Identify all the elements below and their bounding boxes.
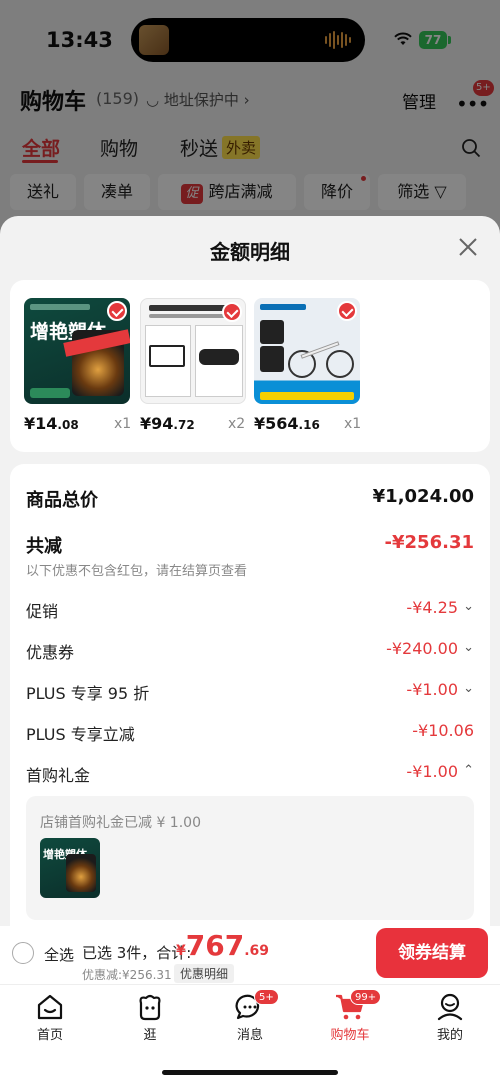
selected-summary: 已选 3件，合计:	[82, 944, 192, 962]
check-icon	[337, 301, 357, 321]
browse-face-icon	[139, 994, 161, 1021]
nav-home[interactable]: 首页	[10, 989, 90, 1051]
select-all-label[interactable]: 全选	[44, 944, 74, 965]
reduce-value: -¥256.31	[384, 532, 474, 553]
discount-label: 优惠券	[26, 643, 75, 662]
nav-cart[interactable]: 购物车 99+	[310, 989, 390, 1051]
checkout-total: ¥767.69	[176, 929, 270, 962]
home-indicator	[162, 1070, 338, 1075]
amount-detail-sheet: 金额明细 增艳塑体 ¥14.08 x1 ¥94.72 x2 ¥564.16 x1…	[0, 216, 500, 926]
discount-label: PLUS 专享 95 折	[26, 684, 150, 703]
discount-value: -¥1.00	[406, 762, 458, 781]
selected-products: 增艳塑体 ¥14.08 x1 ¥94.72 x2 ¥564.16 x1	[10, 280, 490, 452]
product-qty: x2	[228, 416, 246, 432]
nav-label: 购物车	[330, 1028, 370, 1043]
checkout-button[interactable]: 领券结算	[376, 928, 488, 978]
chevron-down-icon: ⌄	[463, 599, 474, 614]
nav-messages[interactable]: 消息 5+	[210, 989, 290, 1051]
chevron-down-icon: ⌄	[463, 681, 474, 696]
nav-profile[interactable]: 我的	[410, 989, 490, 1051]
product-price: ¥14.08	[24, 414, 79, 433]
total-value: ¥1,024.00	[372, 486, 474, 507]
check-icon	[107, 301, 127, 321]
total-row: 商品总价 ¥1,024.00	[26, 484, 474, 514]
profile-icon	[437, 993, 463, 1021]
product-image	[254, 298, 360, 404]
discount-row-plus-instant: PLUS 专享立减 -¥10.06	[26, 719, 474, 749]
discount-row-first-purchase[interactable]: 首购礼金 -¥1.00 ⌃	[26, 760, 474, 790]
nav-label: 消息	[236, 1028, 263, 1043]
select-all-radio[interactable]	[12, 942, 34, 964]
product-qty: x1	[114, 416, 132, 432]
messages-badge: 5+	[254, 989, 279, 1005]
total-label: 商品总价	[26, 490, 98, 511]
discount-value: -¥240.00	[386, 639, 458, 658]
checkout-bar: 全选 已选 3件，合计: ¥767.69 优惠减:¥256.31 优惠明细 领券…	[0, 926, 500, 984]
product-price: ¥94.72	[140, 414, 195, 433]
product-price: ¥564.16	[254, 414, 320, 433]
nav-label: 首页	[36, 1028, 63, 1043]
chevron-up-icon: ⌃	[463, 763, 474, 778]
product-qty: x1	[344, 416, 362, 432]
check-icon	[222, 302, 242, 322]
discount-label: 首购礼金	[26, 766, 91, 785]
discount-row-coupon[interactable]: 优惠券 -¥240.00 ⌄	[26, 637, 474, 667]
nav-label: 我的	[436, 1028, 463, 1043]
discount-row-promo[interactable]: 促销 -¥4.25 ⌄	[26, 596, 474, 626]
reduce-label: 共减	[26, 536, 62, 557]
discount-value: -¥10.06	[412, 721, 474, 740]
reduce-note: 以下优惠不包含红包，请在结算页查看	[26, 564, 248, 579]
discount-label: 促销	[26, 602, 59, 621]
gift-product-image: 增艳塑体	[40, 838, 100, 898]
first-purchase-detail: 店铺首购礼金已减 ¥ 1.00 增艳塑体	[26, 796, 474, 920]
close-icon[interactable]	[457, 236, 479, 258]
discount-detail-button[interactable]: 优惠明细	[174, 964, 235, 983]
nav-browse[interactable]: 逛	[110, 989, 190, 1051]
product-image: 增艳塑体	[24, 298, 130, 404]
product-image	[140, 298, 246, 404]
discount-row-plus-95[interactable]: PLUS 专享 95 折 -¥1.00 ⌄	[26, 678, 474, 708]
price-summary: 商品总价 ¥1,024.00 共减 -¥256.31 以下优惠不包含红包，请在结…	[10, 464, 490, 926]
sheet-title: 金额明细	[210, 240, 290, 264]
home-icon	[37, 994, 63, 1020]
discount-value: -¥4.25	[406, 598, 458, 617]
product-item[interactable]: 增艳塑体 ¥14.08 x1	[24, 298, 132, 438]
product-item[interactable]: ¥94.72 x2	[140, 298, 246, 438]
nav-label: 逛	[143, 1028, 157, 1043]
chevron-down-icon: ⌄	[463, 640, 474, 655]
cart-badge: 99+	[350, 989, 382, 1005]
discount-value: -¥1.00	[406, 680, 458, 699]
product-item[interactable]: ¥564.16 x1	[254, 298, 362, 438]
gift-note: 店铺首购礼金已减 ¥ 1.00	[40, 815, 201, 831]
discount-summary: 优惠减:¥256.31	[82, 968, 172, 982]
discount-label: PLUS 专享立减	[26, 725, 135, 744]
reduce-row: 共减 -¥256.31	[26, 530, 474, 560]
modal-overlay[interactable]	[0, 0, 500, 240]
